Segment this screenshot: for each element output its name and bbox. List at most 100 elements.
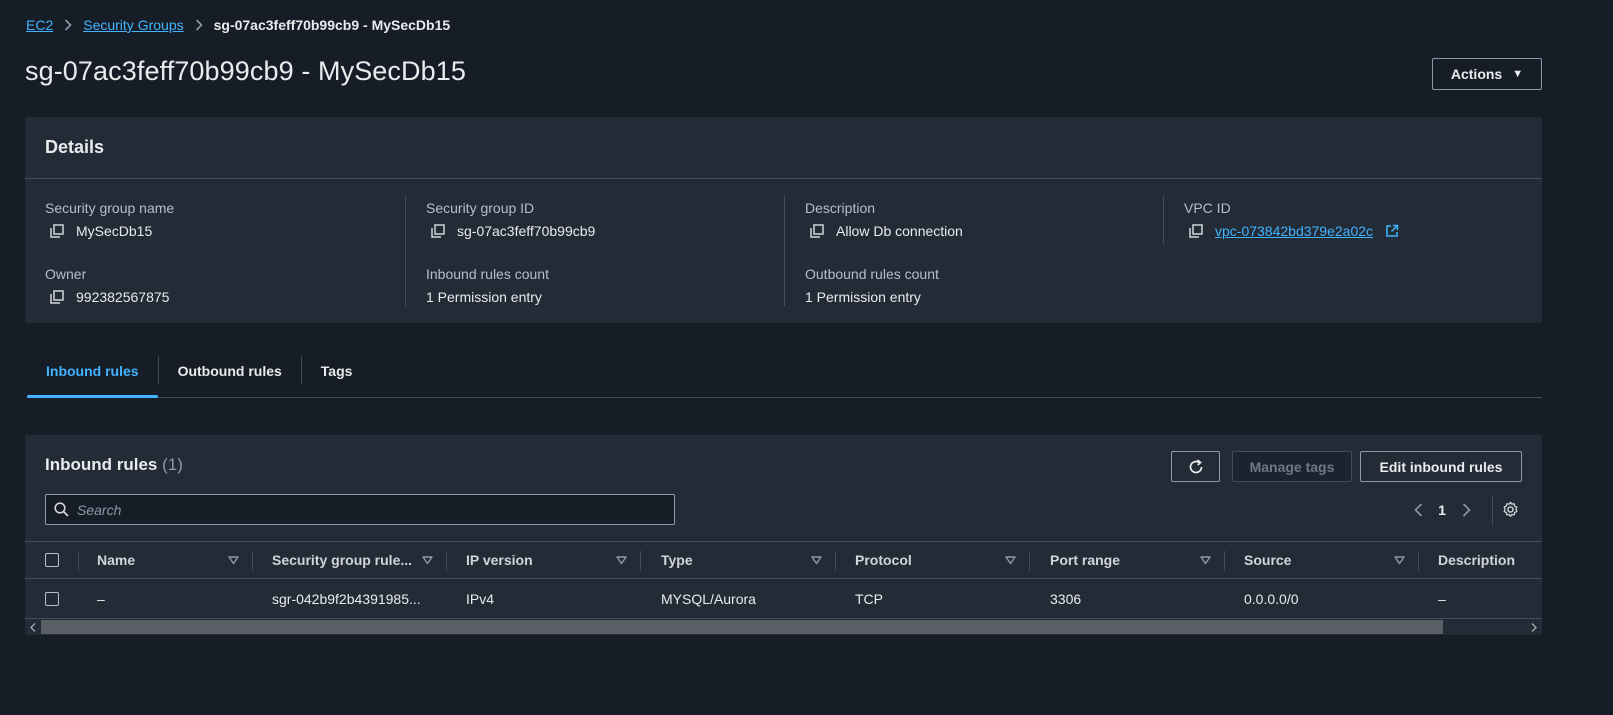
column-divider <box>446 551 447 571</box>
inbound-rules-count: (1) <box>162 455 183 474</box>
copy-icon[interactable] <box>45 224 68 238</box>
field-outbound-rules-count: Outbound rules count 1 Permission entry <box>805 264 1144 328</box>
breadcrumb-current: sg-07ac3feff70b99cb9 - MySecDb15 <box>213 17 451 33</box>
copy-icon[interactable] <box>45 290 68 304</box>
chevron-left-icon[interactable] <box>1405 503 1431 517</box>
column-divider <box>1029 551 1030 571</box>
refresh-button[interactable] <box>1171 451 1220 482</box>
chevron-right-icon <box>53 19 83 31</box>
field-security-group-id: Security group ID sg-07ac3feff70b99cb9 <box>426 198 765 262</box>
field-vpc-id: VPC ID vpc-073842bd379e2a02c <box>1184 198 1523 262</box>
chevron-right-icon <box>184 19 214 31</box>
field-value: 1 Permission entry <box>426 289 542 305</box>
details-panel: Details Security group name MySecDb15 Ow… <box>25 117 1542 323</box>
sort-icon[interactable] <box>616 555 627 566</box>
page-title: sg-07ac3feff70b99cb9 - MySecDb15 <box>25 56 466 86</box>
field-security-group-name: Security group name MySecDb15 <box>45 198 405 262</box>
column-header-ip-version[interactable]: IP version <box>466 542 606 578</box>
field-value: MySecDb15 <box>76 223 153 239</box>
sort-icon[interactable] <box>1200 555 1211 566</box>
tab-tags[interactable]: Tags <box>302 344 372 397</box>
actions-button[interactable]: Actions ▼ <box>1432 58 1542 90</box>
external-link-icon[interactable] <box>1385 224 1399 238</box>
manage-tags-button[interactable]: Manage tags <box>1232 451 1352 482</box>
details-column-3: Description Allow Db connection Outbound… <box>784 196 1144 306</box>
sort-icon[interactable] <box>811 555 822 566</box>
details-heading: Details <box>45 137 105 157</box>
details-column-1: Security group name MySecDb15 Owner 9923… <box>45 196 405 328</box>
cell-description: – <box>1438 590 1446 607</box>
field-description: Description Allow Db connection <box>805 198 1144 262</box>
field-label: Security group ID <box>426 200 535 216</box>
search-input[interactable] <box>77 501 657 518</box>
column-divider <box>640 551 641 571</box>
field-label: Owner <box>45 266 87 282</box>
row-checkbox[interactable] <box>45 591 59 606</box>
cell-protocol: TCP <box>855 590 883 607</box>
breadcrumb-link-security-groups[interactable]: Security Groups <box>83 17 183 33</box>
scroll-right-icon[interactable] <box>1528 621 1540 633</box>
vpc-link[interactable]: vpc-073842bd379e2a02c <box>1215 221 1373 241</box>
select-all-checkbox[interactable] <box>45 553 59 567</box>
cell-source: 0.0.0.0/0 <box>1244 590 1299 607</box>
column-header-description[interactable]: Description <box>1438 542 1542 578</box>
copy-icon[interactable] <box>1184 224 1207 238</box>
column-header-type[interactable]: Type <box>661 542 801 578</box>
sort-icon[interactable] <box>1005 555 1016 566</box>
column-divider <box>78 551 79 571</box>
cell-rule-id: sgr-042b9f2b4391985... <box>272 590 421 607</box>
details-column-2: Security group ID sg-07ac3feff70b99cb9 I… <box>405 196 765 306</box>
sort-icon[interactable] <box>1394 555 1405 566</box>
search-box[interactable] <box>45 494 675 525</box>
field-label: VPC ID <box>1184 200 1231 216</box>
table-header: Name Security group rule... IP version T… <box>25 541 1542 579</box>
copy-icon[interactable] <box>805 224 828 238</box>
tab-outbound-rules[interactable]: Outbound rules <box>159 344 301 397</box>
page-number[interactable]: 1 <box>1431 502 1453 518</box>
field-inbound-rules-count: Inbound rules count 1 Permission entry <box>426 264 765 328</box>
scroll-left-icon[interactable] <box>27 621 39 633</box>
refresh-icon <box>1187 458 1205 476</box>
details-column-4: VPC ID vpc-073842bd379e2a02c <box>1163 196 1523 244</box>
breadcrumb: EC2 Security Groups sg-07ac3feff70b99cb9… <box>26 16 450 34</box>
field-value: sg-07ac3feff70b99cb9 <box>457 223 596 239</box>
column-divider <box>252 551 253 571</box>
field-label: Outbound rules count <box>805 266 939 282</box>
column-header-protocol[interactable]: Protocol <box>855 542 995 578</box>
pagination: 1 <box>1405 497 1479 523</box>
field-label: Security group name <box>45 200 175 216</box>
cell-port-range: 3306 <box>1050 590 1082 607</box>
cell-ip-version: IPv4 <box>466 590 495 607</box>
divider <box>1492 495 1493 525</box>
details-header: Details <box>25 117 1542 179</box>
column-divider <box>835 551 836 571</box>
column-divider <box>1224 551 1225 571</box>
inbound-rules-heading: Inbound rules <box>45 455 158 474</box>
search-icon <box>54 502 69 517</box>
column-header-source[interactable]: Source <box>1244 542 1384 578</box>
edit-inbound-rules-button[interactable]: Edit inbound rules <box>1360 451 1522 482</box>
field-label: Inbound rules count <box>426 266 549 282</box>
column-header-port-range[interactable]: Port range <box>1050 542 1190 578</box>
inbound-rules-title: Inbound rules (1) <box>45 455 183 475</box>
scrollbar-thumb[interactable] <box>41 620 1443 634</box>
caret-down-icon: ▼ <box>1512 68 1524 80</box>
table-row[interactable]: – sgr-042b9f2b4391985... IPv4 MYSQL/Auro… <box>25 579 1542 619</box>
tab-bar: Inbound rules Outbound rules Tags <box>27 344 1542 398</box>
details-grid: Security group name MySecDb15 Owner 9923… <box>25 180 1542 323</box>
column-header-rule-id[interactable]: Security group rule... <box>272 542 422 578</box>
sort-icon[interactable] <box>228 555 239 566</box>
chevron-right-icon[interactable] <box>1453 503 1479 517</box>
gear-icon[interactable] <box>1500 499 1520 519</box>
actions-button-label: Actions <box>1450 66 1503 82</box>
horizontal-scrollbar[interactable] <box>25 619 1542 634</box>
cell-name: – <box>97 590 105 607</box>
breadcrumb-link-ec2[interactable]: EC2 <box>26 17 53 33</box>
inbound-rules-table: Name Security group rule... IP version T… <box>25 541 1542 619</box>
copy-icon[interactable] <box>426 224 449 238</box>
tab-inbound-rules[interactable]: Inbound rules <box>27 344 158 398</box>
column-header-name[interactable]: Name <box>97 542 227 578</box>
inbound-rules-panel: Inbound rules (1) Manage tags Edit inbou… <box>25 435 1542 635</box>
column-divider <box>1418 551 1419 571</box>
sort-icon[interactable] <box>422 555 433 566</box>
